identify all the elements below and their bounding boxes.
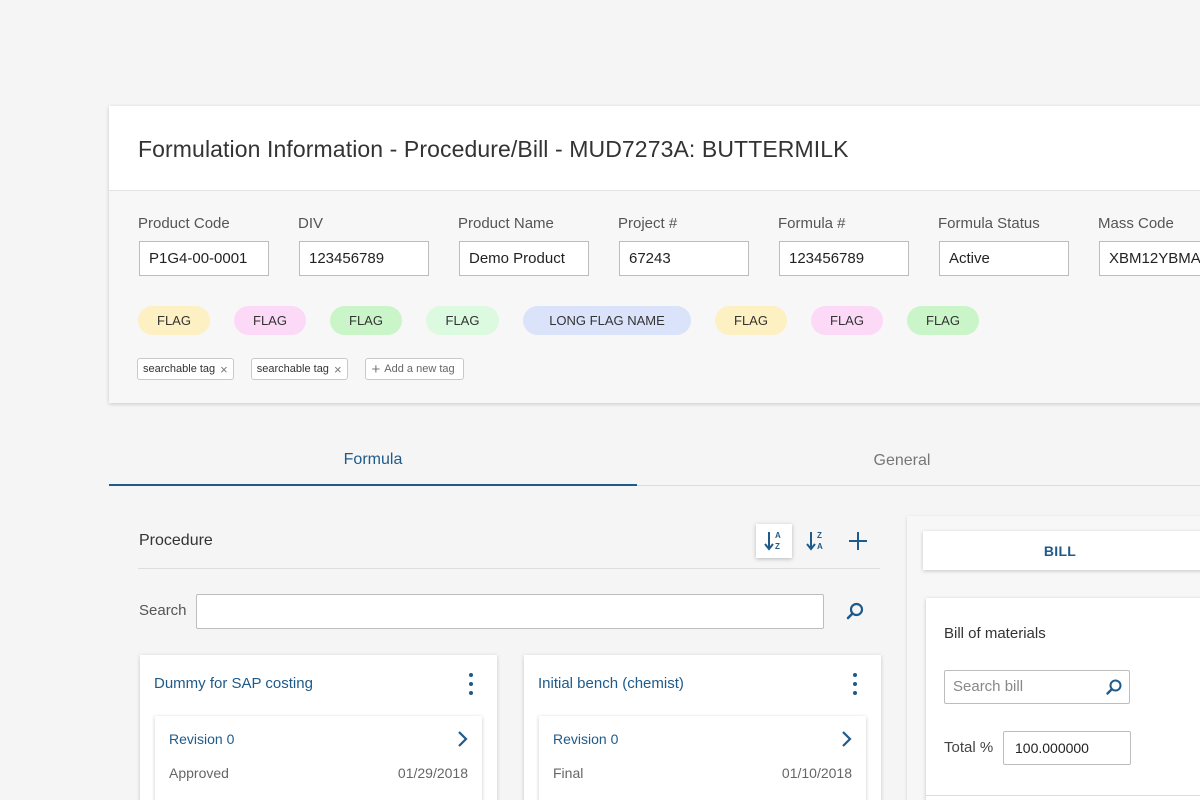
add-tag-button[interactable]: + Add a new tag (364, 358, 464, 380)
tab-formula[interactable]: Formula (109, 436, 637, 486)
svg-text:Z: Z (817, 531, 822, 540)
revision-status: Approved (169, 765, 229, 781)
flag-badge: FLAG (907, 306, 979, 335)
page-title: Formulation Information - Procedure/Bill… (138, 136, 849, 162)
svg-text:Z: Z (775, 542, 780, 551)
flag-badge: FLAG (138, 306, 210, 335)
more-options-icon[interactable] (465, 673, 477, 695)
panel-header: Formulation Information - Procedure/Bill… (109, 106, 1200, 191)
field-formula-status: Formula Status Active (938, 215, 1098, 276)
field-label: Formula # (778, 215, 846, 232)
tag-chip: searchable tag × (250, 358, 348, 380)
sort-descending-button[interactable]: Z A (798, 524, 834, 558)
mass-code-input[interactable]: XBM12YBMAS (1099, 241, 1200, 276)
formula-input[interactable]: 123456789 (779, 241, 909, 276)
bill-search-placeholder: Search bill (953, 678, 1024, 695)
flag-badge: FLAG (426, 306, 499, 335)
tag-label: searchable tag (143, 363, 216, 375)
close-icon[interactable]: × (220, 362, 228, 377)
search-label: Search (139, 602, 187, 619)
procedure-title: Procedure (139, 532, 213, 549)
tag-chip: searchable tag × (137, 358, 234, 380)
field-product-code: Product Code P1G4-00-0001 (138, 215, 298, 276)
field-div: DIV 123456789 (298, 215, 458, 276)
search-icon[interactable] (1105, 678, 1123, 696)
project-input[interactable]: 67243 (619, 241, 749, 276)
svg-text:A: A (817, 542, 823, 551)
flag-badge: FLAG (330, 306, 402, 335)
procedure-card[interactable]: Initial bench (chemist) Revision 0 Final… (524, 655, 881, 800)
div-input[interactable]: 123456789 (299, 241, 429, 276)
field-label: Project # (618, 215, 678, 232)
field-label: Product Name (458, 215, 554, 232)
tab-general[interactable]: General (637, 436, 1167, 485)
divider (926, 795, 1200, 796)
revision-title[interactable]: Revision 0 (553, 731, 618, 747)
flag-badge: FLAG (715, 306, 787, 335)
revision-status: Final (553, 765, 584, 781)
tab-bar: Formula General (109, 436, 1200, 486)
search-button[interactable] (840, 596, 870, 626)
tag-label: searchable tag (256, 363, 329, 375)
flag-badge: LONG FLAG NAME (523, 306, 691, 335)
field-label: Formula Status (938, 215, 1040, 232)
procedure-card[interactable]: Dummy for SAP costing Revision 0 Approve… (140, 655, 497, 800)
flag-list: FLAG FLAG FLAG FLAG LONG FLAG NAME FLAG … (138, 306, 1003, 335)
add-tag-label: Add a new tag (384, 363, 455, 375)
revision-date: 01/10/2018 (781, 765, 852, 781)
sort-ascending-button[interactable]: A Z (756, 524, 792, 558)
bill-search-input[interactable]: Search bill (944, 670, 1130, 704)
svg-text:A: A (775, 531, 781, 540)
info-fields: Product Code P1G4-00-0001 DIV 123456789 … (138, 215, 1200, 276)
revision-date: 01/29/2018 (397, 765, 468, 781)
product-name-input[interactable]: Demo Product (459, 241, 589, 276)
flag-badge: FLAG (234, 306, 306, 335)
field-label: Product Code (138, 215, 230, 232)
tab-bill[interactable]: BILL (923, 531, 1200, 570)
field-mass-code: Mass Code XBM12YBMAS (1098, 215, 1200, 276)
total-percent-label: Total % (944, 739, 994, 756)
field-label: DIV (298, 215, 324, 232)
tag-list: searchable tag × searchable tag × + Add … (137, 358, 481, 380)
flag-badge: FLAG (811, 306, 883, 335)
bill-of-materials-title: Bill of materials (944, 625, 1046, 642)
add-procedure-button[interactable] (840, 524, 876, 558)
product-code-input[interactable]: P1G4-00-0001 (139, 241, 269, 276)
plus-icon: + (371, 360, 381, 378)
procedure-card-title[interactable]: Dummy for SAP costing (154, 675, 313, 692)
formulation-info-panel: Formulation Information - Procedure/Bill… (109, 106, 1200, 403)
field-project: Project # 67243 (618, 215, 778, 276)
revision-card[interactable]: Revision 0 Approved 01/29/2018 (155, 716, 482, 800)
revision-card[interactable]: Revision 0 Final 01/10/2018 (539, 716, 866, 800)
total-percent-input[interactable]: 100.000000 (1003, 731, 1131, 765)
revision-title[interactable]: Revision 0 (169, 731, 234, 747)
chevron-right-icon[interactable] (454, 728, 470, 750)
close-icon[interactable]: × (334, 362, 342, 377)
formula-status-input[interactable]: Active (939, 241, 1069, 276)
field-label: Mass Code (1098, 215, 1174, 232)
field-product-name: Product Name Demo Product (458, 215, 618, 276)
procedure-card-title[interactable]: Initial bench (chemist) (538, 675, 684, 692)
sort-za-icon: Z A (806, 531, 823, 551)
bill-tab-label: BILL (1043, 542, 1077, 559)
bill-of-materials-card: Bill of materials Search bill Total % 10… (926, 598, 1200, 800)
divider (138, 568, 880, 569)
chevron-right-icon[interactable] (838, 728, 854, 750)
procedure-search-input[interactable] (196, 594, 824, 629)
more-options-icon[interactable] (849, 673, 861, 695)
field-formula: Formula # 123456789 (778, 215, 938, 276)
sort-az-icon: A Z (764, 531, 781, 551)
plus-icon (849, 532, 867, 550)
search-icon (846, 602, 864, 620)
